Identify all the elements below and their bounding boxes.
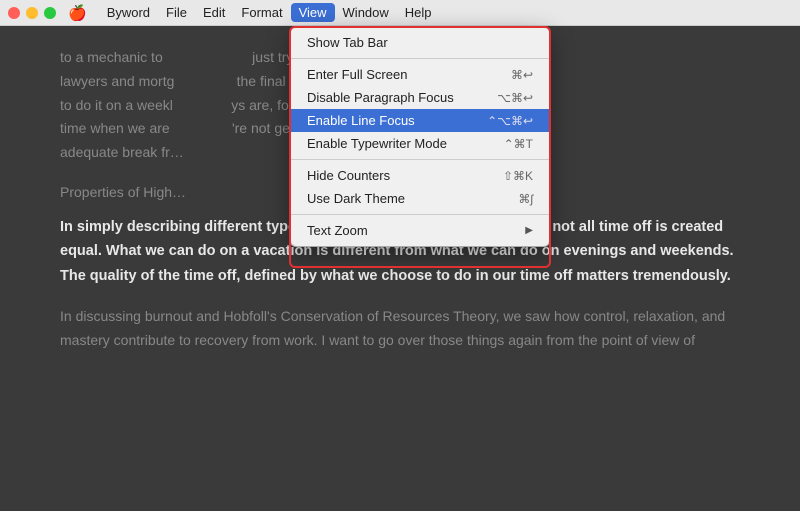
menu-item-enable-typewriter-mode[interactable]: Enable Typewriter Mode ⌃⌘T bbox=[291, 132, 549, 155]
traffic-lights bbox=[8, 7, 56, 19]
menubar-format[interactable]: Format bbox=[233, 3, 290, 22]
minimize-button[interactable] bbox=[26, 7, 38, 19]
menu-item-enter-full-screen[interactable]: Enter Full Screen ⌘↩ bbox=[291, 63, 549, 86]
close-button[interactable] bbox=[8, 7, 20, 19]
apple-menu[interactable]: 🍎 bbox=[68, 4, 87, 22]
menubar-edit[interactable]: Edit bbox=[195, 3, 233, 22]
menu-item-use-dark-theme[interactable]: Use Dark Theme ⌘ʃ bbox=[291, 187, 549, 210]
menubar-file[interactable]: File bbox=[158, 3, 195, 22]
maximize-button[interactable] bbox=[44, 7, 56, 19]
menu-item-show-tab-bar[interactable]: Show Tab Bar bbox=[291, 31, 549, 54]
menu-item-disable-paragraph-focus[interactable]: Disable Paragraph Focus ⌥⌘↩ bbox=[291, 86, 549, 109]
menu-separator-3 bbox=[291, 214, 549, 215]
content-paragraph-light: In discussing burnout and Hobfoll's Cons… bbox=[60, 305, 740, 353]
menubar-view[interactable]: View bbox=[291, 3, 335, 22]
menubar: 🍎 Byword File Edit Format View Window He… bbox=[0, 0, 800, 26]
menu-separator-2 bbox=[291, 159, 549, 160]
menubar-byword[interactable]: Byword bbox=[99, 3, 158, 22]
menu-item-hide-counters[interactable]: Hide Counters ⇧⌘K bbox=[291, 164, 549, 187]
menu-item-enable-line-focus[interactable]: Enable Line Focus ⌃⌥⌘↩ bbox=[291, 109, 549, 132]
menu-item-text-zoom[interactable]: Text Zoom ▶ bbox=[291, 219, 549, 242]
menubar-help[interactable]: Help bbox=[397, 3, 440, 22]
view-menu-dropdown: Show Tab Bar Enter Full Screen ⌘↩ Disabl… bbox=[290, 26, 550, 247]
menubar-window[interactable]: Window bbox=[335, 3, 397, 22]
menu-separator-1 bbox=[291, 58, 549, 59]
submenu-arrow-icon: ▶ bbox=[525, 225, 533, 236]
